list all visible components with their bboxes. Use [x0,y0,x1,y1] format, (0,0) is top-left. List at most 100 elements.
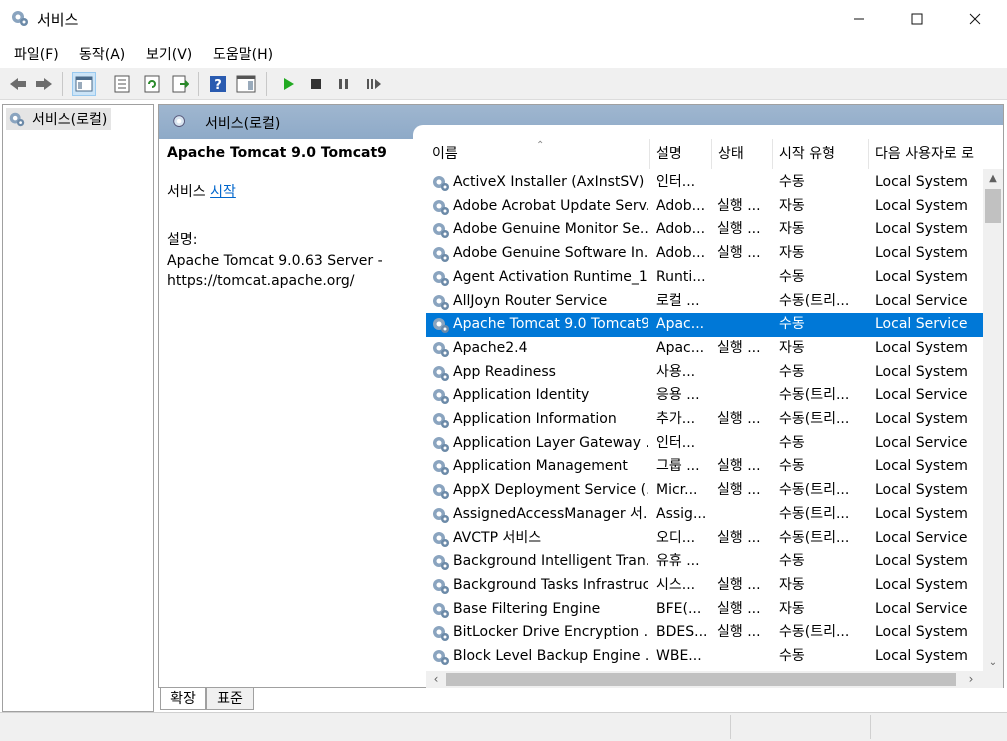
scroll-left-icon[interactable]: ‹ [428,671,444,688]
service-gear-icon [433,341,449,357]
forward-button[interactable] [32,72,56,96]
horizontal-scroll-thumb[interactable] [446,673,956,686]
cell-log-on-as: Local System [875,363,968,380]
back-button[interactable] [6,72,30,96]
cell-name: Background Intelligent Tran... [453,553,648,570]
table-row[interactable]: AssignedAccessManager 서... Assig... 수동(트리.… [426,503,983,527]
cell-name: ActiveX Installer (AxInstSV) [453,174,645,190]
help-icon: ? [210,76,226,93]
start-service-link[interactable]: 시작 [210,184,236,200]
table-row[interactable]: Base Filtering Engine BFE(... 실행 ... 자동 Loca… [426,598,983,622]
column-header-log-on-as[interactable]: 다음 사용자로 로 [869,139,983,169]
scroll-down-icon[interactable]: ⌄ [983,655,1003,671]
table-row[interactable]: ActiveX Installer (AxInstSV) 인터... 수동 Local… [426,171,983,195]
menu-view[interactable]: 보기(V) [146,44,192,64]
tab-standard[interactable]: 표준 [206,688,254,710]
menu-action[interactable]: 동작(A) [79,44,125,64]
refresh-button[interactable] [140,72,164,96]
menu-bar: 파일(F) 동작(A) 보기(V) 도움말(H) [0,38,1007,68]
cell-log-on-as: Local System [875,505,968,522]
table-row[interactable]: Background Intelligent Tran... 유휴 ... 수동 Lo… [426,550,983,574]
cell-status [717,645,771,669]
close-button[interactable] [946,0,1004,38]
magnifier-gear-icon [173,115,185,127]
table-row[interactable]: Background Tasks Infrastruc... 시스... 실행 ..… [426,574,983,598]
column-header-startup-type[interactable]: 시작 유형 [773,139,869,169]
cell-description: 추가... [656,411,696,427]
cell-log-on-as: Local System [875,576,968,593]
scroll-up-icon[interactable]: ▲ [983,171,1003,187]
horizontal-scrollbar[interactable]: ‹ › [426,671,983,688]
cell-startup-type: 수동 [779,363,805,380]
restart-icon [367,79,381,89]
service-gear-icon [433,626,449,642]
maximize-button[interactable] [888,0,946,38]
table-row[interactable]: Application Identity 응용 ... 수동(트리... Local … [426,384,983,408]
cell-log-on-as: Local System [875,268,968,285]
minimize-icon [854,18,864,20]
cell-startup-type: 수동 [779,268,805,285]
service-gear-icon [433,460,449,476]
table-row[interactable]: Adobe Genuine Software In... Adob... 실행 ..… [426,242,983,266]
column-header-name[interactable]: ⌃ 이름 [426,139,650,169]
scroll-right-icon[interactable]: › [963,671,979,688]
restart-service-button[interactable] [362,72,386,96]
service-gear-icon [433,507,449,523]
show-hide-console-tree-button[interactable] [72,72,96,96]
scroll-corner [983,671,1003,688]
table-row[interactable]: App Readiness 사용... 수동 Local System [426,361,983,385]
table-row[interactable]: AppX Deployment Service (... Micr... 실행 ..… [426,479,983,503]
play-icon [284,78,294,90]
show-hide-action-pane-button[interactable] [234,72,258,96]
service-gear-icon [433,531,449,547]
table-row[interactable]: Adobe Acrobat Update Serv... Adob... 실행 ..… [426,195,983,219]
table-row[interactable]: Apache2.4 Apac... 실행 ... 자동 Local System [426,337,983,361]
cell-status: 실행 ... [717,482,761,499]
menu-file[interactable]: 파일(F) [14,44,59,64]
table-row[interactable]: AllJoyn Router Service 로컬 ... 수동(트리... Loca… [426,290,983,314]
help-button[interactable]: ? [206,72,230,96]
table-row[interactable]: Adobe Genuine Monitor Se... Adob... 실행 ...… [426,218,983,242]
cell-startup-type: 수동 [779,174,805,190]
column-header-status[interactable]: 상태 [712,139,773,169]
table-row[interactable]: Agent Activation Runtime_1... Runti... 수동 L… [426,266,983,290]
close-icon [969,13,981,25]
service-gear-icon [433,602,449,618]
window-title: 서비스 [37,11,79,29]
start-service-button[interactable] [276,72,300,96]
cell-log-on-as: Local System [875,221,968,238]
cell-status: 실행 ... [717,339,761,356]
cell-description: Apac... [656,316,705,333]
table-row[interactable]: Application Information 추가... 실행 ... 수동(트리.… [426,408,983,432]
table-row[interactable]: Apache Tomcat 9.0 Tomcat9 Apac... 수동 Local … [426,313,983,337]
stop-service-button[interactable] [304,72,328,96]
cell-status: 실행 ... [717,529,761,546]
properties-button[interactable] [110,72,134,96]
cell-status: 실행 ... [717,624,761,641]
pause-service-button[interactable] [332,72,356,96]
vertical-scroll-thumb[interactable] [985,189,1001,223]
panel-header: 서비스(로컬) [159,105,1003,139]
menu-help[interactable]: 도움말(H) [213,44,273,64]
column-header-description[interactable]: 설명 [650,139,712,169]
table-row[interactable]: AVCTP 서비스 오디... 실행 ... 수동(트리... Local Servic… [426,527,983,551]
table-row[interactable]: Application Management 그룹 ... 실행 ... 수동 Loca… [426,455,983,479]
cell-description: 오디... [656,529,696,546]
cell-name: AllJoyn Router Service [453,292,608,309]
status-bar [0,712,1007,741]
cell-status [717,171,771,195]
cell-name: Application Identity [453,387,590,404]
table-row[interactable]: Block Level Backup Engine ... WBE... 수동 Loc… [426,645,983,669]
cell-status [717,361,771,385]
table-row[interactable]: Application Layer Gateway ... 인터... 수동 Loca… [426,432,983,456]
minimize-button[interactable] [830,0,888,38]
tab-extended[interactable]: 확장 [160,688,206,710]
table-row[interactable]: BitLocker Drive Encryption ... BDES... 실행 … [426,621,983,645]
cell-startup-type: 자동 [779,221,805,238]
maximize-icon [911,13,923,25]
stop-icon [311,79,321,89]
tree-item-services-local[interactable]: 서비스(로컬) [6,108,112,130]
vertical-scrollbar[interactable]: ▲ ⌄ [983,169,1003,671]
export-list-button[interactable] [168,72,192,96]
cell-name: BitLocker Drive Encryption ... [453,624,648,641]
